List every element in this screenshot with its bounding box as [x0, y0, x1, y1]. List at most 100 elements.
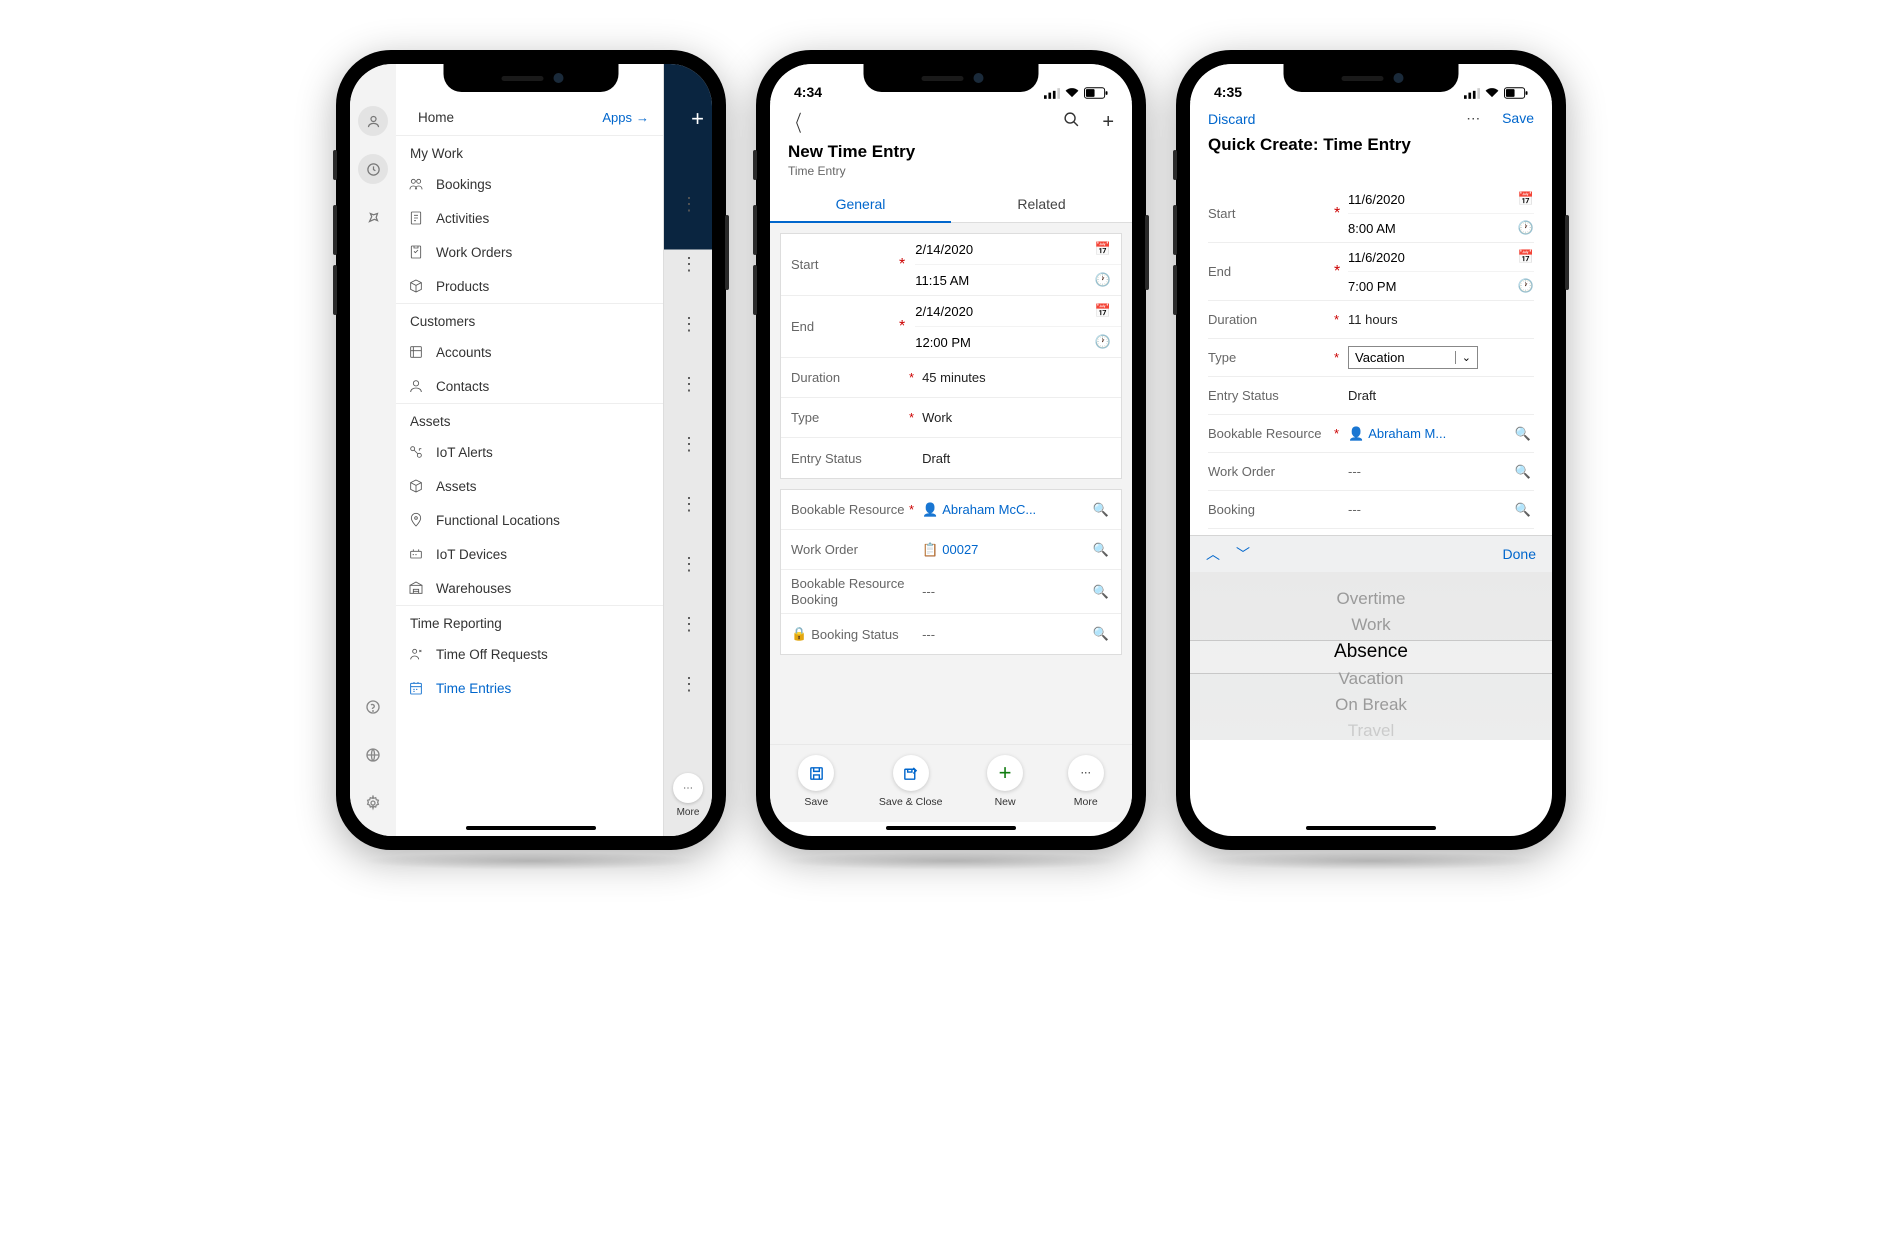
end-time-field[interactable]: 7:00 PM🕐: [1348, 272, 1534, 300]
profile-icon[interactable]: [358, 106, 388, 136]
picker-option[interactable]: Travel: [1190, 718, 1552, 740]
search-icon[interactable]: 🔍: [1091, 584, 1111, 600]
done-button[interactable]: Done: [1503, 546, 1536, 562]
picker-option[interactable]: Vacation: [1190, 666, 1552, 692]
type-field[interactable]: Type*Work: [781, 398, 1121, 438]
group-header: Customers: [396, 303, 663, 335]
bookres-field[interactable]: Bookable Resource*👤Abraham M...🔍: [1208, 415, 1534, 453]
add-icon[interactable]: +: [691, 106, 704, 132]
tab-related[interactable]: Related: [951, 186, 1132, 222]
start-date-field[interactable]: 2/14/2020📅: [915, 234, 1121, 265]
discard-button[interactable]: Discard: [1208, 111, 1255, 127]
more-button[interactable]: ⋯More: [668, 773, 708, 818]
sidebar-item-home[interactable]: Home: [408, 110, 454, 125]
sidebar-item-contacts[interactable]: Contacts: [396, 369, 663, 403]
chevron-down-icon: ⌄: [1455, 351, 1471, 364]
start-date-field[interactable]: 11/6/2020📅: [1348, 185, 1534, 214]
search-icon[interactable]: 🔍: [1091, 542, 1111, 558]
brb-label: Bookable Resource Booking: [791, 576, 909, 607]
overflow-icon[interactable]: ⋮: [680, 614, 698, 635]
duration-label: Duration: [1208, 312, 1334, 327]
overflow-icon[interactable]: ⋮: [680, 374, 698, 395]
picker-up-icon[interactable]: ︿: [1206, 546, 1220, 562]
status-field[interactable]: Entry Status*Draft: [781, 438, 1121, 478]
search-icon[interactable]: 🔍: [1512, 464, 1534, 480]
settings-icon[interactable]: [358, 788, 388, 818]
status-field[interactable]: Entry StatusDraft: [1208, 377, 1534, 415]
globe-icon[interactable]: [358, 740, 388, 770]
overflow-icon[interactable]: ⋯: [1466, 110, 1482, 126]
overflow-icon[interactable]: ⋮: [680, 314, 698, 335]
sidebar-item-iot-alerts[interactable]: IoT Alerts: [396, 435, 663, 469]
overflow-icon[interactable]: ⋮: [680, 434, 698, 455]
pin-icon[interactable]: [358, 202, 388, 232]
start-label: Start: [781, 234, 899, 295]
search-icon[interactable]: [1063, 111, 1080, 134]
nav-label: Time Entries: [436, 681, 511, 696]
status-label: Entry Status: [791, 451, 909, 466]
workorder-label: Work Order: [791, 542, 909, 557]
sidebar-item-iot-devices[interactable]: IoT Devices: [396, 537, 663, 571]
type-field[interactable]: Type*Vacation⌄: [1208, 339, 1534, 377]
picker-down-icon[interactable]: ﹀: [1236, 546, 1250, 562]
picker-option-selected[interactable]: Absence: [1190, 638, 1552, 666]
picker-option[interactable]: Work: [1190, 612, 1552, 638]
phone-2-form: 4:34 〈 + New Time Entry Time Entry Gener…: [756, 50, 1146, 850]
type-value: Vacation: [1355, 350, 1405, 365]
overflow-icon[interactable]: ⋮: [680, 194, 698, 215]
save-button[interactable]: Save: [798, 755, 834, 808]
bookstatus-value: ---: [922, 627, 1091, 642]
bookres-field[interactable]: Bookable Resource*👤Abraham McC...🔍: [781, 490, 1121, 530]
sidebar-item-bookings[interactable]: Bookings: [396, 167, 663, 201]
type-select[interactable]: Vacation ⌄: [1348, 346, 1478, 369]
sidebar-item-assets[interactable]: Assets: [396, 469, 663, 503]
duration-field[interactable]: Duration*11 hours: [1208, 301, 1534, 339]
brb-field[interactable]: Bookable Resource Booking*---🔍: [781, 570, 1121, 614]
search-icon[interactable]: 🔍: [1512, 502, 1534, 518]
sidebar-item-activities[interactable]: Activities: [396, 201, 663, 235]
new-button[interactable]: +New: [987, 755, 1023, 808]
end-time-field[interactable]: 12:00 PM🕐: [915, 327, 1121, 357]
workorder-field[interactable]: Work Order---🔍: [1208, 453, 1534, 491]
end-date-field[interactable]: 11/6/2020📅: [1348, 243, 1534, 272]
sidebar-item-timeentries[interactable]: Time Entries: [396, 671, 663, 705]
saveclose-button[interactable]: Save & Close: [879, 755, 943, 808]
sidebar-item-workorders[interactable]: Work Orders: [396, 235, 663, 269]
sidebar-item-timeoff[interactable]: Time Off Requests: [396, 637, 663, 671]
sidebar-item-accounts[interactable]: Accounts: [396, 335, 663, 369]
back-button[interactable]: 〈: [788, 106, 801, 138]
search-icon[interactable]: 🔍: [1091, 626, 1111, 642]
picker-wheel[interactable]: Overtime Work Absence Vacation On Break …: [1190, 572, 1552, 740]
booking-field[interactable]: Booking---🔍: [1208, 491, 1534, 529]
search-icon[interactable]: 🔍: [1091, 502, 1111, 518]
end-date-field[interactable]: 2/14/2020📅: [915, 296, 1121, 327]
nav-label: Accounts: [436, 345, 492, 360]
search-icon[interactable]: 🔍: [1512, 426, 1534, 442]
sidebar-item-locations[interactable]: Functional Locations: [396, 503, 663, 537]
recent-icon[interactable]: [358, 154, 388, 184]
type-label: Type: [791, 410, 909, 425]
picker-option[interactable]: On Break: [1190, 692, 1552, 718]
overflow-icon[interactable]: ⋮: [680, 674, 698, 695]
page-subtitle: Time Entry: [770, 164, 1132, 186]
save-button[interactable]: Save: [1502, 110, 1534, 126]
bookstatus-field[interactable]: 🔒Booking Status*---🔍: [781, 614, 1121, 654]
overflow-icon[interactable]: ⋮: [680, 554, 698, 575]
clock-icon: 🕐: [1095, 272, 1111, 288]
help-icon[interactable]: [358, 692, 388, 722]
workorder-field[interactable]: Work Order*📋00027🔍: [781, 530, 1121, 570]
overflow-icon[interactable]: ⋮: [680, 254, 698, 275]
overflow-icon[interactable]: ⋮: [680, 494, 698, 515]
duration-field[interactable]: Duration*45 minutes: [781, 358, 1121, 398]
picker-option[interactable]: Overtime: [1190, 586, 1552, 612]
tab-general[interactable]: General: [770, 186, 951, 222]
sidebar-item-warehouses[interactable]: Warehouses: [396, 571, 663, 605]
duration-value: 45 minutes: [922, 370, 1111, 385]
add-icon[interactable]: +: [1102, 111, 1114, 134]
apps-button[interactable]: Apps →: [602, 110, 649, 125]
phone-1-sidebar: Home Apps → My Work Bookings Activities …: [336, 50, 726, 850]
start-time-field[interactable]: 11:15 AM🕐: [915, 265, 1121, 295]
start-time-field[interactable]: 8:00 AM🕐: [1348, 214, 1534, 242]
sidebar-item-products[interactable]: Products: [396, 269, 663, 303]
more-button[interactable]: ⋯More: [1068, 755, 1104, 808]
